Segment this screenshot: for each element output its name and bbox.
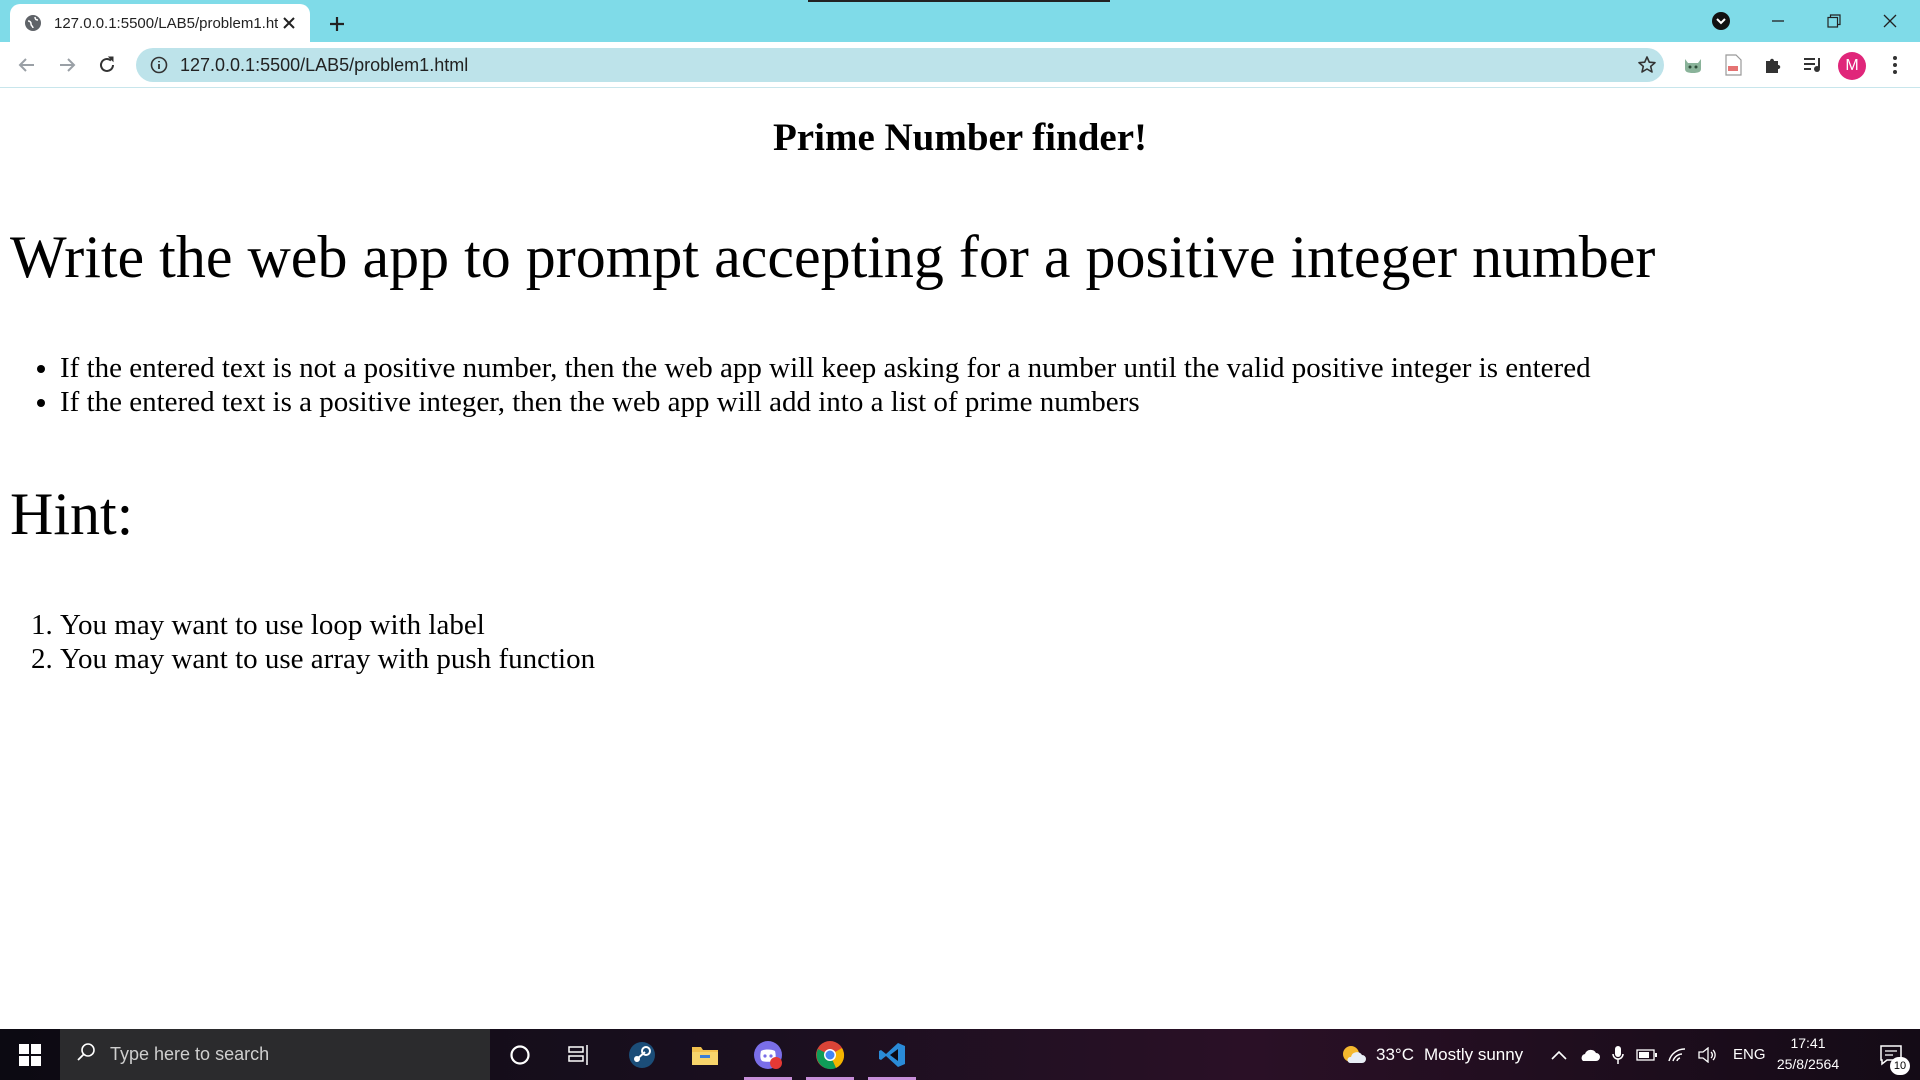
discord-icon[interactable] bbox=[738, 1029, 798, 1080]
new-tab-button[interactable] bbox=[322, 9, 352, 39]
address-bar[interactable]: 127.0.0.1:5500/LAB5/problem1.html bbox=[136, 48, 1664, 82]
requirement-item: If the entered text is not a positive nu… bbox=[60, 351, 1591, 385]
extensions-puzzle-icon[interactable] bbox=[1758, 50, 1788, 80]
back-button[interactable] bbox=[12, 50, 42, 80]
browser-toolbar: 127.0.0.1:5500/LAB5/problem1.html M bbox=[0, 42, 1920, 88]
task-heading: Write the web app to prompt accepting fo… bbox=[10, 224, 1656, 290]
input-language[interactable]: ENG bbox=[1733, 1029, 1766, 1080]
minimize-button[interactable] bbox=[1750, 0, 1806, 42]
close-tab-icon[interactable] bbox=[278, 12, 300, 34]
chrome-icon[interactable] bbox=[800, 1029, 860, 1080]
profile-avatar[interactable]: M bbox=[1838, 52, 1866, 80]
requirement-item: If the entered text is a positive intege… bbox=[60, 385, 1591, 419]
site-info-icon[interactable] bbox=[150, 56, 168, 74]
browser-tab-bar: 127.0.0.1:5500/LAB5/problem1.html bbox=[0, 0, 1920, 42]
media-control-icon[interactable] bbox=[1798, 50, 1828, 80]
hint-item: You may want to use loop with label bbox=[60, 608, 595, 642]
system-clock[interactable]: 17:41 25/8/2564 bbox=[1766, 1033, 1850, 1075]
reload-button[interactable] bbox=[92, 50, 122, 80]
wifi-icon[interactable] bbox=[1662, 1029, 1692, 1080]
browser-menu-icon[interactable] bbox=[1880, 50, 1910, 80]
hint-heading: Hint: bbox=[10, 481, 134, 547]
battery-icon[interactable] bbox=[1632, 1029, 1662, 1080]
restore-button[interactable] bbox=[1806, 0, 1862, 42]
browser-tab[interactable]: 127.0.0.1:5500/LAB5/problem1.html bbox=[10, 4, 310, 42]
extension-cat-icon[interactable] bbox=[1678, 50, 1708, 80]
bookmark-star-icon[interactable] bbox=[1630, 48, 1664, 82]
forward-button[interactable] bbox=[52, 50, 82, 80]
vscode-icon[interactable] bbox=[862, 1029, 922, 1080]
tab-strip-indicator bbox=[808, 0, 1110, 2]
steam-icon[interactable] bbox=[612, 1029, 672, 1080]
weather-description: Mostly sunny bbox=[1423, 1044, 1524, 1064]
tab-search-button[interactable] bbox=[1693, 0, 1749, 42]
url-text: 127.0.0.1:5500/LAB5/problem1.html bbox=[180, 54, 469, 75]
weather-widget[interactable]: 33°C Mostly sunny bbox=[1340, 1029, 1523, 1080]
notification-count-badge: 10 bbox=[1890, 1057, 1910, 1075]
cortana-icon[interactable] bbox=[490, 1029, 550, 1080]
microphone-icon[interactable] bbox=[1604, 1029, 1632, 1080]
notification-center-button[interactable]: 10 bbox=[1862, 1029, 1920, 1080]
onedrive-icon[interactable] bbox=[1574, 1029, 1604, 1080]
clock-date: 25/8/2564 bbox=[1776, 1056, 1840, 1072]
page-title: Prime Number finder! bbox=[772, 116, 1148, 159]
taskbar-search-box[interactable]: Type here to search bbox=[60, 1029, 490, 1080]
clock-time: 17:41 bbox=[1790, 1035, 1826, 1051]
file-explorer-icon[interactable] bbox=[675, 1029, 735, 1080]
windows-taskbar: Type here to search 33°C Mostly sunny EN… bbox=[0, 1029, 1920, 1080]
chevron-up-icon[interactable] bbox=[1544, 1029, 1574, 1080]
weather-sun-icon bbox=[1340, 1042, 1366, 1068]
search-placeholder: Type here to search bbox=[110, 1044, 270, 1064]
page-viewport: Prime Number finder! Write the web app t… bbox=[0, 89, 1920, 1029]
windows-start-button[interactable] bbox=[0, 1029, 60, 1080]
close-window-button[interactable] bbox=[1862, 0, 1918, 42]
tab-title: 127.0.0.1:5500/LAB5/problem1.html bbox=[54, 14, 278, 32]
weather-temperature: 33°C bbox=[1376, 1044, 1414, 1064]
search-icon bbox=[76, 1042, 96, 1067]
requirements-list: If the entered text is not a positive nu… bbox=[60, 351, 1591, 419]
hint-item: You may want to use array with push func… bbox=[60, 642, 595, 676]
task-view-icon[interactable] bbox=[550, 1029, 610, 1080]
extension-document-icon[interactable] bbox=[1718, 50, 1748, 80]
globe-icon bbox=[24, 14, 42, 32]
volume-icon[interactable] bbox=[1692, 1029, 1722, 1080]
hints-list: You may want to use loop with label You … bbox=[60, 608, 595, 676]
